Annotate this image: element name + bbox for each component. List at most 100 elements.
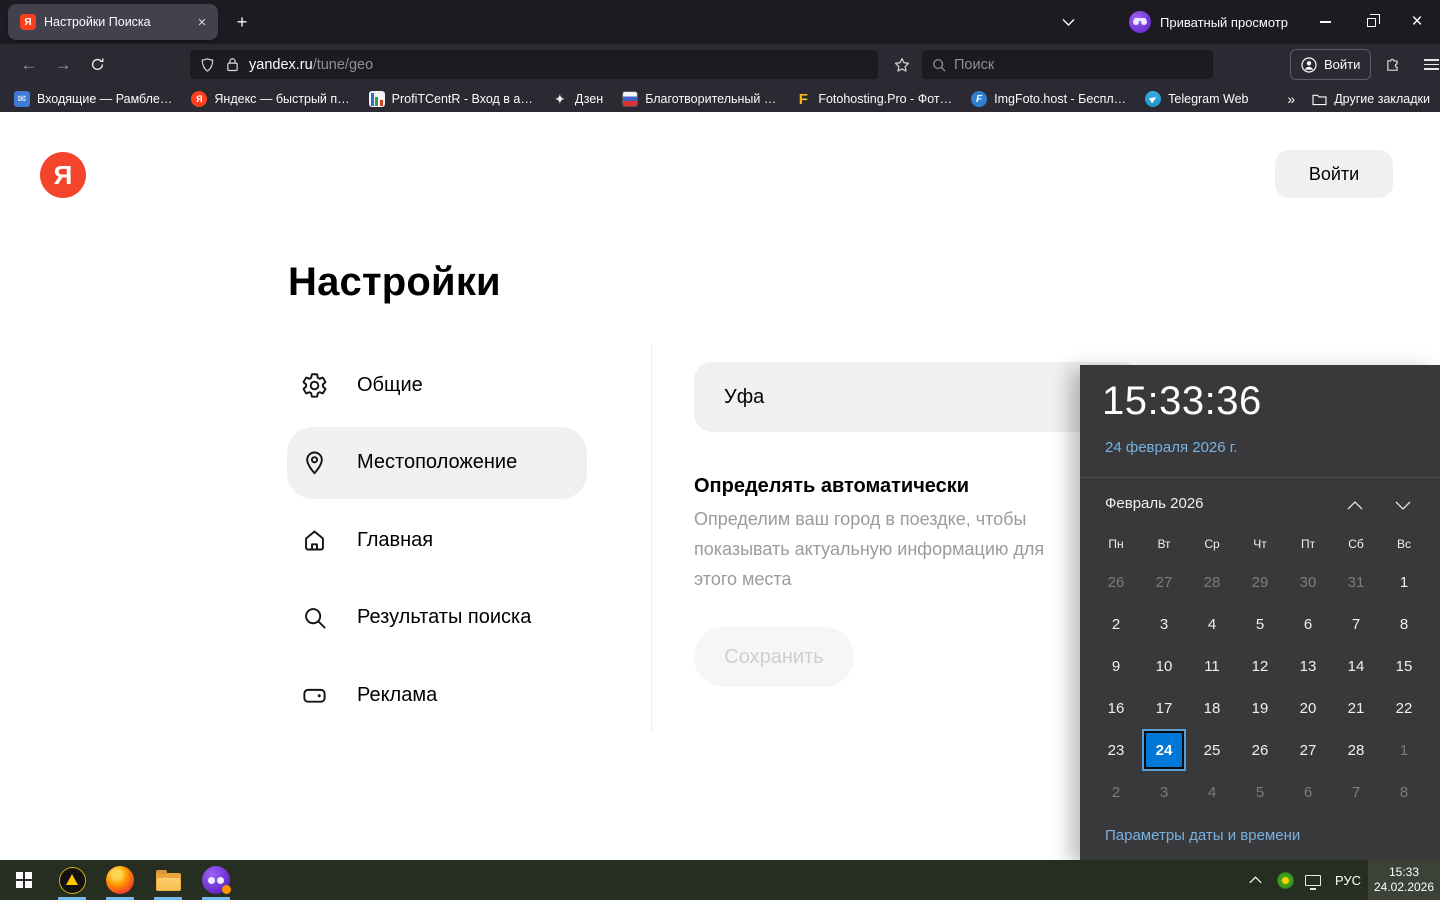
calendar-day[interactable]: 11: [1188, 645, 1236, 687]
calendar-day[interactable]: 3: [1140, 771, 1188, 813]
tray-show-hidden-chevron-icon[interactable]: [1238, 860, 1272, 900]
bookmarks-overflow-chevron-icon[interactable]: »: [1278, 91, 1304, 107]
network-tray-icon[interactable]: [1298, 860, 1328, 900]
calendar-day[interactable]: 20: [1284, 687, 1332, 729]
calendar-day[interactable]: 28: [1188, 561, 1236, 603]
calendar-day[interactable]: 16: [1092, 687, 1140, 729]
calendar-day[interactable]: 27: [1284, 729, 1332, 771]
calendar-day[interactable]: 13: [1284, 645, 1332, 687]
antivirus-tray-icon[interactable]: [1272, 860, 1298, 900]
bookmark-item[interactable]: ProfiTCentR - Вход в а…: [368, 91, 533, 107]
calendar-day[interactable]: 26: [1236, 729, 1284, 771]
calendar-day[interactable]: 6: [1284, 603, 1332, 645]
settings-menu-item-gear[interactable]: Общие: [287, 349, 587, 421]
tab-close-icon[interactable]: ×: [192, 12, 212, 32]
settings-menu-item-home[interactable]: Главная: [287, 504, 587, 576]
menu-hamburger-icon[interactable]: [1415, 49, 1440, 81]
calendar-day[interactable]: 8: [1380, 771, 1428, 813]
firefox-private-icon: [202, 866, 231, 894]
bookmark-item[interactable]: Fotohosting.Pro - Фот…: [795, 91, 952, 107]
calendar-day[interactable]: 28: [1332, 729, 1380, 771]
datetime-settings-link[interactable]: Параметры даты и времени: [1105, 827, 1300, 844]
bookmark-item[interactable]: Благотворительный …: [622, 91, 776, 107]
reload-button[interactable]: [80, 49, 114, 81]
forward-button[interactable]: →: [46, 49, 80, 81]
calendar-day[interactable]: 5: [1236, 771, 1284, 813]
taskbar-app-explorer[interactable]: [144, 860, 192, 900]
bookmark-item[interactable]: Дзен: [552, 91, 603, 107]
taskbar-app-aimp[interactable]: [48, 860, 96, 900]
language-indicator[interactable]: РУС: [1328, 860, 1368, 900]
calendar-day[interactable]: 27: [1140, 561, 1188, 603]
calendar-day[interactable]: 22: [1380, 687, 1428, 729]
minimize-button[interactable]: [1302, 0, 1348, 44]
taskbar-app-firefox-private[interactable]: [192, 860, 240, 900]
calendar-next-chevron-icon[interactable]: [1389, 496, 1417, 514]
calendar-day[interactable]: 6: [1284, 771, 1332, 813]
calendar-day[interactable]: 12: [1236, 645, 1284, 687]
city-field[interactable]: [694, 362, 1140, 432]
other-bookmarks-button[interactable]: Другие закладки: [1312, 92, 1430, 106]
calendar-month-label[interactable]: Февраль 2026: [1105, 495, 1204, 512]
url-bar[interactable]: yandex.ru/tune/geo: [190, 50, 878, 79]
clock-date-link[interactable]: 24 февраля 2026 г.: [1105, 439, 1238, 456]
search-input[interactable]: [954, 56, 1184, 73]
browser-tab[interactable]: Я Настройки Поиска ×: [8, 4, 218, 40]
extensions-puzzle-icon[interactable]: [1377, 49, 1409, 81]
taskbar-clock[interactable]: 15:33 24.02.2026: [1368, 860, 1440, 900]
calendar-day[interactable]: 2: [1092, 771, 1140, 813]
list-tabs-chevron-icon[interactable]: [1053, 7, 1083, 37]
calendar-day[interactable]: 9: [1092, 645, 1140, 687]
calendar-day[interactable]: 1: [1380, 729, 1428, 771]
new-tab-button[interactable]: +: [226, 6, 258, 38]
calendar-day[interactable]: 26: [1092, 561, 1140, 603]
yandex-logo-icon[interactable]: Я: [40, 152, 86, 198]
calendar-day[interactable]: 2: [1092, 603, 1140, 645]
calendar-day[interactable]: 3: [1140, 603, 1188, 645]
account-icon: [1301, 56, 1317, 73]
calendar-day[interactable]: 14: [1332, 645, 1380, 687]
restore-icon: [1366, 14, 1380, 27]
calendar-day[interactable]: 23: [1092, 729, 1140, 771]
settings-menu-item-search[interactable]: Результаты поиска: [287, 582, 587, 654]
bookmark-item[interactable]: Telegram Web: [1145, 91, 1249, 107]
calendar-day[interactable]: 10: [1140, 645, 1188, 687]
bookmark-item[interactable]: Яндекс — быстрый п…: [191, 91, 350, 107]
taskbar-app-firefox[interactable]: [96, 860, 144, 900]
calendar-day[interactable]: 4: [1188, 603, 1236, 645]
city-input[interactable]: [694, 385, 1140, 409]
calendar-day[interactable]: 21: [1332, 687, 1380, 729]
calendar-day[interactable]: 7: [1332, 603, 1380, 645]
bookmark-star-icon[interactable]: [884, 49, 920, 81]
bookmark-item[interactable]: ImgFoto.host - Беспл…: [971, 91, 1126, 107]
calendar-day[interactable]: 7: [1332, 771, 1380, 813]
calendar-day[interactable]: 31: [1332, 561, 1380, 603]
page-login-button[interactable]: Войти: [1275, 150, 1393, 198]
search-bar[interactable]: [922, 50, 1213, 79]
calendar-day[interactable]: 1: [1380, 561, 1428, 603]
calendar-day[interactable]: 19: [1236, 687, 1284, 729]
start-button[interactable]: [0, 860, 48, 900]
save-button[interactable]: Сохранить: [694, 627, 854, 687]
calendar-day[interactable]: 29: [1236, 561, 1284, 603]
close-button[interactable]: ×: [1394, 0, 1440, 44]
firefox-signin-button[interactable]: Войти: [1290, 49, 1372, 80]
calendar-day[interactable]: 18: [1188, 687, 1236, 729]
calendar-day[interactable]: 5: [1236, 603, 1284, 645]
settings-menu-item-pin[interactable]: Местоположение: [287, 426, 587, 499]
calendar-day[interactable]: 25: [1188, 729, 1236, 771]
bookmark-item[interactable]: Входящие — Рамбле…: [14, 91, 172, 107]
calendar-prev-chevron-icon[interactable]: [1341, 496, 1369, 514]
calendar-day[interactable]: 30: [1284, 561, 1332, 603]
restore-button[interactable]: [1348, 0, 1394, 44]
back-button[interactable]: ←: [12, 49, 46, 81]
calendar-day[interactable]: 17: [1140, 687, 1188, 729]
other-bookmarks-label: Другие закладки: [1334, 92, 1430, 106]
settings-menu-item-tag[interactable]: Реклама: [287, 659, 587, 731]
private-mask-icon: [1129, 11, 1152, 33]
calendar-day[interactable]: 15: [1380, 645, 1428, 687]
calendar-day[interactable]: 4: [1188, 771, 1236, 813]
calendar-day[interactable]: 8: [1380, 603, 1428, 645]
calendar-day-selected[interactable]: 24: [1144, 731, 1184, 769]
fotohosting-icon: [795, 91, 811, 107]
